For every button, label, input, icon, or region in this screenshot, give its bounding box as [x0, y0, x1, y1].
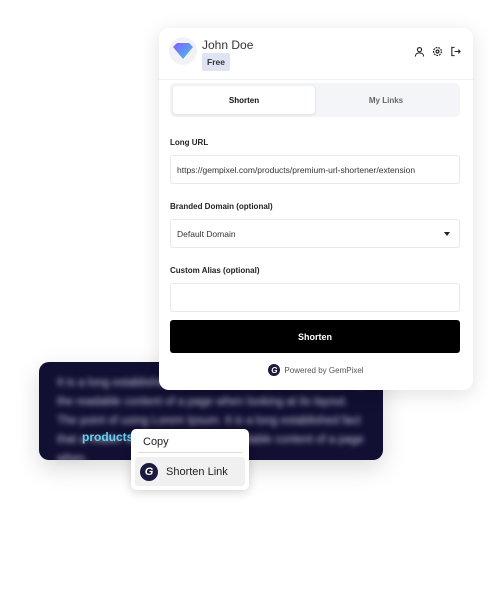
tab-my-links[interactable]: My Links: [315, 86, 457, 114]
branded-domain-value: Default Domain: [177, 228, 236, 239]
caret-down-icon: [444, 232, 450, 236]
menu-separator: [138, 452, 242, 453]
divider: [159, 79, 473, 80]
menu-item-copy[interactable]: Copy: [135, 433, 245, 452]
branded-domain-label: Branded Domain (optional): [170, 202, 273, 211]
menu-item-shorten-label: Shorten Link: [166, 465, 228, 478]
powered-by-text: Powered by GemPixel: [284, 365, 364, 375]
branded-domain-select[interactable]: Default Domain: [170, 219, 460, 248]
powered-by[interactable]: G Powered by GemPixel: [159, 364, 473, 376]
user-icon[interactable]: [414, 46, 425, 57]
long-url-label: Long URL: [170, 138, 209, 147]
long-url-input[interactable]: https://gempixel.com/products/premium-ur…: [170, 155, 460, 184]
diamond-logo-icon: [173, 43, 193, 59]
tab-bar: Shorten My Links: [170, 83, 460, 117]
context-menu: Copy G Shorten Link: [131, 429, 249, 490]
user-name: John Doe: [202, 38, 254, 52]
tab-shorten[interactable]: Shorten: [173, 86, 315, 114]
gear-icon[interactable]: [432, 46, 443, 57]
logout-icon[interactable]: [450, 46, 461, 57]
gempixel-logo-icon: G: [268, 364, 281, 376]
gempixel-logo-icon: G: [140, 462, 158, 481]
menu-item-shorten-link[interactable]: G Shorten Link: [135, 457, 245, 486]
extension-popup: John Doe Free Shorten My Links Long URL …: [159, 28, 473, 390]
shorten-button[interactable]: Shorten: [170, 320, 460, 353]
selected-link-text[interactable]: products: [82, 430, 133, 444]
custom-alias-input[interactable]: [170, 283, 460, 312]
plan-badge: Free: [202, 53, 230, 71]
avatar: [169, 37, 197, 65]
custom-alias-label: Custom Alias (optional): [170, 266, 260, 275]
